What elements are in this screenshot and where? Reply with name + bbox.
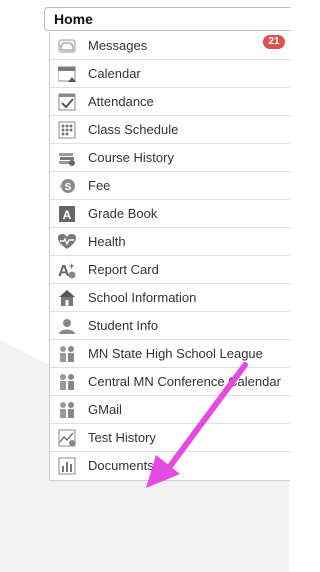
- menu-item-label: Central MN Conference Calendar: [88, 374, 281, 389]
- people-icon: [60, 374, 74, 390]
- home-header[interactable]: Home: [44, 7, 290, 31]
- people-icon: [60, 402, 74, 418]
- class-schedule-icon: [58, 121, 76, 139]
- attendance-icon: [58, 93, 76, 111]
- menu-item-label: Test History: [88, 430, 156, 445]
- menu-item-label: Messages: [88, 38, 148, 53]
- menu-item-label: Attendance: [88, 94, 154, 109]
- menu-item-student-info[interactable]: Student Info: [50, 312, 290, 340]
- menu-item-central-mn-conference-calendar[interactable]: Central MN Conference Calendar: [50, 368, 290, 396]
- menu-item-documents[interactable]: Documents: [50, 452, 290, 480]
- svg-text:S: S: [65, 182, 72, 193]
- menu-item-label: Calendar: [88, 66, 141, 81]
- menu-item-label: School Information: [88, 290, 197, 305]
- menu-item-test-history[interactable]: Test History: [50, 424, 290, 452]
- menu-item-label: Student Info: [88, 318, 159, 333]
- menu-item-label: Report Card: [88, 262, 159, 277]
- menu-item-label: Health: [88, 234, 126, 249]
- test-history-icon: [58, 429, 76, 447]
- fee-icon: S: [59, 179, 75, 193]
- menu-item-class-schedule[interactable]: Class Schedule: [50, 116, 290, 144]
- home-menu: Messages 21 Calendar Attendance Class Sc…: [49, 32, 290, 481]
- menu-item-health[interactable]: Health: [50, 228, 290, 256]
- menu-item-course-history[interactable]: Course History: [50, 144, 290, 172]
- menu-item-label: Class Schedule: [88, 122, 179, 137]
- menu-item-school-information[interactable]: School Information: [50, 284, 290, 312]
- menu-item-attendance[interactable]: Attendance: [50, 88, 290, 116]
- messages-icon: [58, 39, 76, 53]
- messages-count-badge: 21: [263, 35, 285, 49]
- menu-item-calendar[interactable]: Calendar: [50, 60, 290, 88]
- menu-item-label: Grade Book: [88, 206, 158, 221]
- menu-item-fee[interactable]: S Fee: [50, 172, 290, 200]
- menu-item-messages[interactable]: Messages 21: [50, 32, 290, 60]
- menu-item-report-card[interactable]: A + Report Card: [50, 256, 290, 284]
- menu-item-label: Documents: [88, 458, 154, 473]
- student-info-icon: [59, 319, 75, 334]
- calendar-icon: [58, 66, 76, 82]
- page-title: Home: [54, 11, 93, 27]
- people-icon: [60, 346, 74, 362]
- course-history-icon: [59, 153, 75, 166]
- svg-text:+: +: [69, 261, 74, 271]
- menu-item-mn-state-high-school-league[interactable]: MN State High School League: [50, 340, 290, 368]
- grade-book-icon: A: [59, 206, 75, 222]
- menu-item-label: MN State High School League: [88, 346, 263, 361]
- documents-icon: [58, 457, 76, 475]
- report-card-icon: A +: [58, 261, 76, 279]
- svg-text:A: A: [63, 208, 72, 222]
- school-information-icon: [59, 290, 75, 306]
- menu-item-label: GMail: [88, 402, 122, 417]
- menu-item-grade-book[interactable]: A Grade Book: [50, 200, 290, 228]
- menu-item-gmail[interactable]: GMail: [50, 396, 290, 424]
- menu-item-label: Course History: [88, 150, 174, 165]
- health-icon: [58, 234, 76, 249]
- menu-item-label: Fee: [88, 178, 111, 193]
